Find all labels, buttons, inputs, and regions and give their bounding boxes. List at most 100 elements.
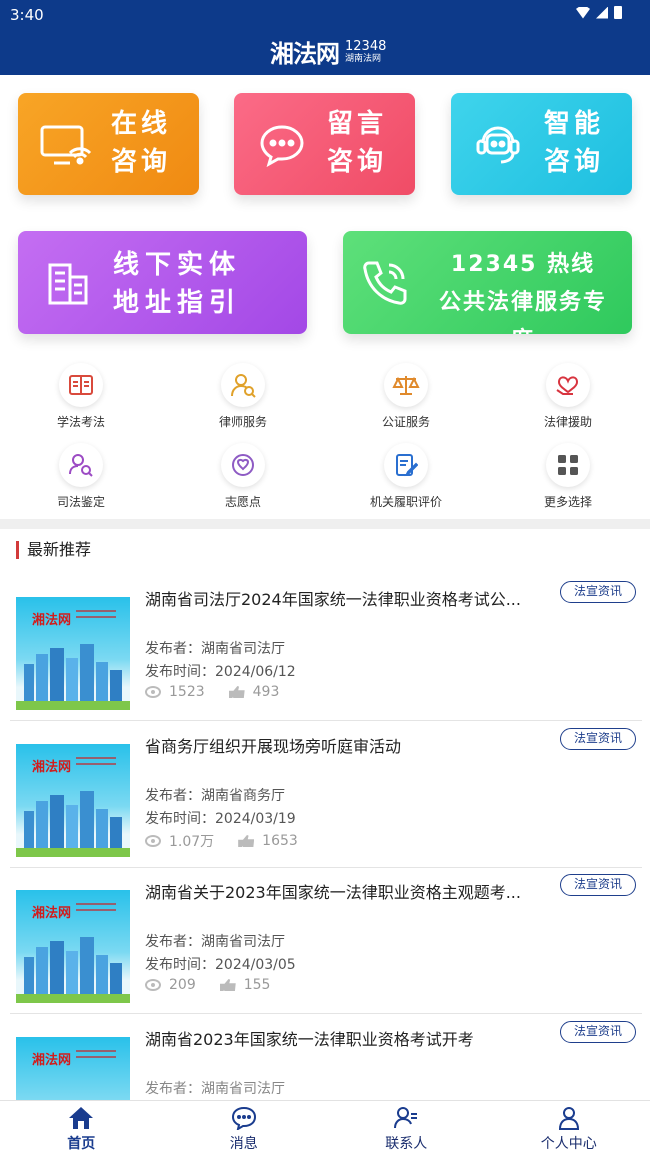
news-stats: 209 155 <box>145 977 294 993</box>
nav-label: 个人中心 <box>540 1136 597 1152</box>
phone-icon <box>359 257 411 309</box>
logo-subtitle: 湖南法网 <box>345 53 382 64</box>
home-icon <box>0 1106 163 1130</box>
view-count: 209 <box>169 977 196 993</box>
eye-icon <box>145 686 161 698</box>
news-time: 发布时间：2024/03/05 <box>145 957 296 973</box>
news-title: 湖南省2023年国家统一法律职业资格考试开考 <box>145 1030 474 1049</box>
status-icons <box>576 6 622 19</box>
news-time: 发布时间：2024/03/19 <box>145 811 296 827</box>
building-icon <box>44 259 92 307</box>
thumbs-up-icon <box>238 835 255 847</box>
news-publisher: 发布者：湖南省司法厅 <box>145 1081 285 1097</box>
battery-icon <box>614 6 622 19</box>
grid-item-volunteer[interactable]: 志愿点 <box>183 443 303 510</box>
grid-item-forensic[interactable]: 司法鉴定 <box>21 443 141 510</box>
news-title: 湖南省关于2023年国家统一法律职业资格主观题考... <box>145 883 521 902</box>
news-tag[interactable]: 法宣资讯 <box>560 1021 636 1043</box>
grid-label: 司法鉴定 <box>56 495 105 509</box>
view-count: 1523 <box>169 684 205 700</box>
news-time: 发布时间：2024/06/12 <box>145 664 296 680</box>
grid-label: 公证服务 <box>381 415 430 429</box>
edit-document-icon <box>384 443 428 487</box>
app-logo: 湘法网 12348 湖南法网 <box>270 34 386 69</box>
like-count: 155 <box>243 977 271 993</box>
status-time: 3:40 <box>10 6 44 24</box>
chat-bubble-icon <box>258 123 306 167</box>
logo-sub: 12348 湖南法网 <box>345 40 386 64</box>
tile-hotline[interactable]: 12345 热线 公共法律服务专席 <box>343 231 632 334</box>
tile-label: 在线 咨询 <box>111 109 172 177</box>
news-thumbnail: 湘法网 <box>16 890 130 1003</box>
contacts-icon <box>325 1106 488 1130</box>
scales-icon <box>384 363 428 407</box>
news-tag[interactable]: 法宣资讯 <box>560 581 636 603</box>
grid-item-lawyer[interactable]: 律师服务 <box>183 363 303 430</box>
nav-home[interactable]: 首页 <box>0 1101 163 1155</box>
tile-label: 智能 咨询 <box>544 109 605 177</box>
view-count: 1.07万 <box>169 834 215 850</box>
wifi-icon <box>576 6 590 19</box>
nav-messages[interactable]: 消息 <box>163 1101 326 1155</box>
news-stats: 1.07万 1653 <box>145 831 322 851</box>
grid-label: 志愿点 <box>224 495 261 509</box>
section-title: 最新推荐 <box>16 541 91 559</box>
tile-offline-address[interactable]: 线下实体 地址指引 <box>18 231 307 334</box>
tile-online-consult[interactable]: 在线 咨询 <box>18 93 199 195</box>
city-image <box>24 937 122 995</box>
list-item[interactable]: 湘法网 湖南省关于2023年国家统一法律职业资格主观题考... 法宣资讯 发布者… <box>10 868 642 1014</box>
grid-item-more[interactable]: 更多选择 <box>508 443 628 510</box>
grid-label: 学法考法 <box>56 415 105 429</box>
grid-label: 机关履职评价 <box>369 495 442 509</box>
news-publisher: 发布者：湖南省司法厅 <box>145 641 285 657</box>
news-thumbnail: 湘法网 <box>16 744 130 857</box>
grid-more-icon <box>546 443 590 487</box>
volunteer-icon <box>221 443 265 487</box>
signal-icon <box>596 6 608 19</box>
section-divider <box>0 519 650 529</box>
bottom-nav: 首页 消息 联系人 个人中心 <box>0 1100 650 1155</box>
nav-label: 首页 <box>67 1136 96 1152</box>
app-header: 3:40 湘法网 12348 湖南法网 <box>0 0 650 75</box>
city-image <box>24 644 122 702</box>
logo-title: 湘法网 <box>270 39 340 68</box>
list-item[interactable]: 湘法网 省商务厅组织开展现场旁听庭审活动 法宣资讯 发布者：湖南省商务厅 发布时… <box>10 722 642 868</box>
nav-profile[interactable]: 个人中心 <box>488 1101 650 1155</box>
news-publisher: 发布者：湖南省司法厅 <box>145 934 285 950</box>
grid-label: 律师服务 <box>218 415 267 429</box>
logo-number: 12348 <box>345 38 387 54</box>
news-title: 湖南省司法厅2024年国家统一法律职业资格考试公... <box>145 590 521 609</box>
tile-label: 12345 热线 公共法律服务专席 <box>438 252 607 334</box>
eye-icon <box>145 979 161 991</box>
news-tag[interactable]: 法宣资讯 <box>560 728 636 750</box>
like-count: 493 <box>252 684 280 700</box>
tile-label: 线下实体 地址指引 <box>113 250 242 318</box>
grid-label: 更多选择 <box>543 495 592 509</box>
nav-label: 联系人 <box>385 1136 428 1152</box>
grid-label: 法律援助 <box>543 415 592 429</box>
city-image <box>24 791 122 849</box>
grid-item-study-law[interactable]: 学法考法 <box>21 363 141 430</box>
grid-item-agency-eval[interactable]: 机关履职评价 <box>346 443 466 510</box>
thumbs-up-icon <box>219 979 236 991</box>
news-publisher: 发布者：湖南省商务厅 <box>145 788 285 804</box>
news-tag[interactable]: 法宣资讯 <box>560 874 636 896</box>
tile-label: 留言 咨询 <box>327 109 388 177</box>
lawyer-icon <box>221 363 265 407</box>
user-icon <box>488 1106 650 1130</box>
monitor-wifi-icon <box>40 123 94 167</box>
nav-contacts[interactable]: 联系人 <box>325 1101 488 1155</box>
list-item[interactable]: 湘法网 湖南省司法厅2024年国家统一法律职业资格考试公... 法宣资讯 发布者… <box>10 575 642 721</box>
news-stats: 1523 493 <box>145 684 303 700</box>
book-icon <box>59 363 103 407</box>
robot-headset-icon <box>473 121 523 167</box>
grid-item-notary[interactable]: 公证服务 <box>346 363 466 430</box>
tile-message-consult[interactable]: 留言 咨询 <box>234 93 415 195</box>
thumbs-up-icon <box>228 686 245 698</box>
grid-item-legal-aid[interactable]: 法律援助 <box>508 363 628 430</box>
tile-smart-consult[interactable]: 智能 咨询 <box>451 93 632 195</box>
eye-icon <box>145 835 161 847</box>
message-icon <box>163 1106 326 1130</box>
like-count: 1653 <box>262 833 298 849</box>
news-title: 省商务厅组织开展现场旁听庭审活动 <box>145 737 402 756</box>
